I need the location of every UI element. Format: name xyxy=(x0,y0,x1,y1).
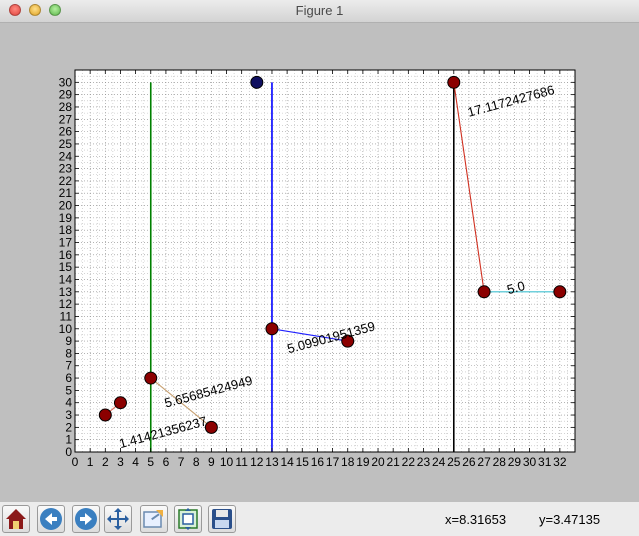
x-tick-label: 19 xyxy=(356,455,370,469)
y-tick-label: 28 xyxy=(59,100,73,114)
x-tick-label: 23 xyxy=(417,455,431,469)
arrow-right-icon xyxy=(75,508,97,530)
y-tick-label: 0 xyxy=(65,445,72,459)
y-tick-label: 30 xyxy=(59,75,73,89)
navigation-toolbar: x=8.31653 y=3.47135 xyxy=(0,502,639,536)
x-tick-label: 28 xyxy=(493,455,507,469)
x-tick-label: 7 xyxy=(178,455,185,469)
y-tick-label: 27 xyxy=(59,112,73,126)
y-tick-label: 12 xyxy=(59,297,73,311)
y-tick-label: 9 xyxy=(65,334,72,348)
y-tick-label: 10 xyxy=(59,322,73,336)
x-tick-label: 29 xyxy=(508,455,522,469)
home-icon xyxy=(6,509,26,529)
data-point-7 xyxy=(477,285,491,299)
y-tick-label: 8 xyxy=(65,346,72,360)
x-tick-label: 24 xyxy=(432,455,446,469)
y-tick-label: 15 xyxy=(59,260,73,274)
subplots-icon xyxy=(178,508,198,530)
x-tick-label: 26 xyxy=(462,455,476,469)
x-tick-label: 8 xyxy=(193,455,200,469)
x-tick-label: 0 xyxy=(72,455,79,469)
x-tick-label: 5 xyxy=(147,455,154,469)
y-tick-label: 29 xyxy=(59,88,73,102)
x-tick-label: 17 xyxy=(326,455,340,469)
y-tick-label: 18 xyxy=(59,223,73,237)
data-point-0 xyxy=(98,408,112,422)
y-tick-label: 20 xyxy=(59,199,73,213)
window-title: Figure 1 xyxy=(295,3,344,18)
x-tick-label: 2 xyxy=(102,455,109,469)
zoom-rect-icon xyxy=(143,510,163,528)
y-tick-label: 14 xyxy=(59,272,73,286)
x-tick-label: 12 xyxy=(250,455,264,469)
arrow-left-icon xyxy=(40,508,62,530)
x-tick-label: 31 xyxy=(538,455,552,469)
x-tick-label: 3 xyxy=(117,455,124,469)
y-tick-label: 25 xyxy=(59,137,73,151)
y-tick-label: 22 xyxy=(59,174,73,188)
y-tick-label: 21 xyxy=(59,186,73,200)
y-tick-label: 19 xyxy=(59,211,73,225)
window-titlebar: Figure 1 xyxy=(0,0,639,23)
x-tick-label: 16 xyxy=(311,455,325,469)
save-button[interactable] xyxy=(208,505,236,533)
x-tick-label: 1 xyxy=(87,455,94,469)
x-tick-label: 27 xyxy=(477,455,491,469)
subplots-button[interactable] xyxy=(174,505,202,533)
floppy-disk-icon xyxy=(212,509,232,529)
x-tick-label: 13 xyxy=(265,455,279,469)
y-tick-label: 13 xyxy=(59,285,73,299)
y-tick-label: 1 xyxy=(65,433,72,447)
forward-button[interactable] xyxy=(72,505,100,533)
y-tick-label: 17 xyxy=(59,236,73,250)
y-tick-label: 6 xyxy=(65,371,72,385)
y-tick-label: 4 xyxy=(65,396,72,410)
x-tick-label: 6 xyxy=(163,455,170,469)
move-arrows-icon xyxy=(107,508,129,530)
home-button[interactable] xyxy=(2,505,30,533)
data-point-9 xyxy=(250,75,264,89)
x-tick-label: 32 xyxy=(553,455,567,469)
y-tick-label: 5 xyxy=(65,383,72,397)
x-tick-label: 9 xyxy=(208,455,215,469)
y-tick-label: 26 xyxy=(59,125,73,139)
x-tick-label: 21 xyxy=(387,455,401,469)
y-coordinate-readout: y=3.47135 xyxy=(539,512,601,527)
figure-canvas[interactable]: 1.41421356237 5.65685424949 5.09901951359 1… xyxy=(0,23,639,502)
back-button[interactable] xyxy=(37,505,65,533)
y-tick-label: 23 xyxy=(59,162,73,176)
y-tick-label: 11 xyxy=(60,309,73,323)
x-tick-label: 14 xyxy=(280,455,294,469)
x-tick-label: 20 xyxy=(371,455,385,469)
x-tick-label: 10 xyxy=(220,455,234,469)
y-tick-label: 16 xyxy=(59,248,73,262)
plot-svg: 1.414213562375.656854249495.099019513591… xyxy=(59,69,576,469)
x-tick-label: 30 xyxy=(523,455,537,469)
zoom-button[interactable] xyxy=(140,505,168,533)
y-tick-label: 2 xyxy=(65,420,72,434)
data-point-6 xyxy=(447,75,461,89)
x-tick-label: 25 xyxy=(447,455,461,469)
data-point-1 xyxy=(113,396,127,410)
y-tick-label: 3 xyxy=(65,408,72,422)
y-tick-label: 24 xyxy=(59,149,73,163)
pan-button[interactable] xyxy=(104,505,132,533)
x-tick-label: 11 xyxy=(235,455,248,469)
y-tick-label: 7 xyxy=(65,359,72,373)
x-tick-label: 22 xyxy=(402,455,416,469)
x-tick-label: 18 xyxy=(341,455,355,469)
x-tick-label: 15 xyxy=(296,455,310,469)
data-point-2 xyxy=(144,371,158,385)
data-point-8 xyxy=(553,285,567,299)
x-coordinate-readout: x=8.31653 xyxy=(445,512,507,527)
x-tick-label: 4 xyxy=(132,455,139,469)
data-point-4 xyxy=(265,322,279,336)
